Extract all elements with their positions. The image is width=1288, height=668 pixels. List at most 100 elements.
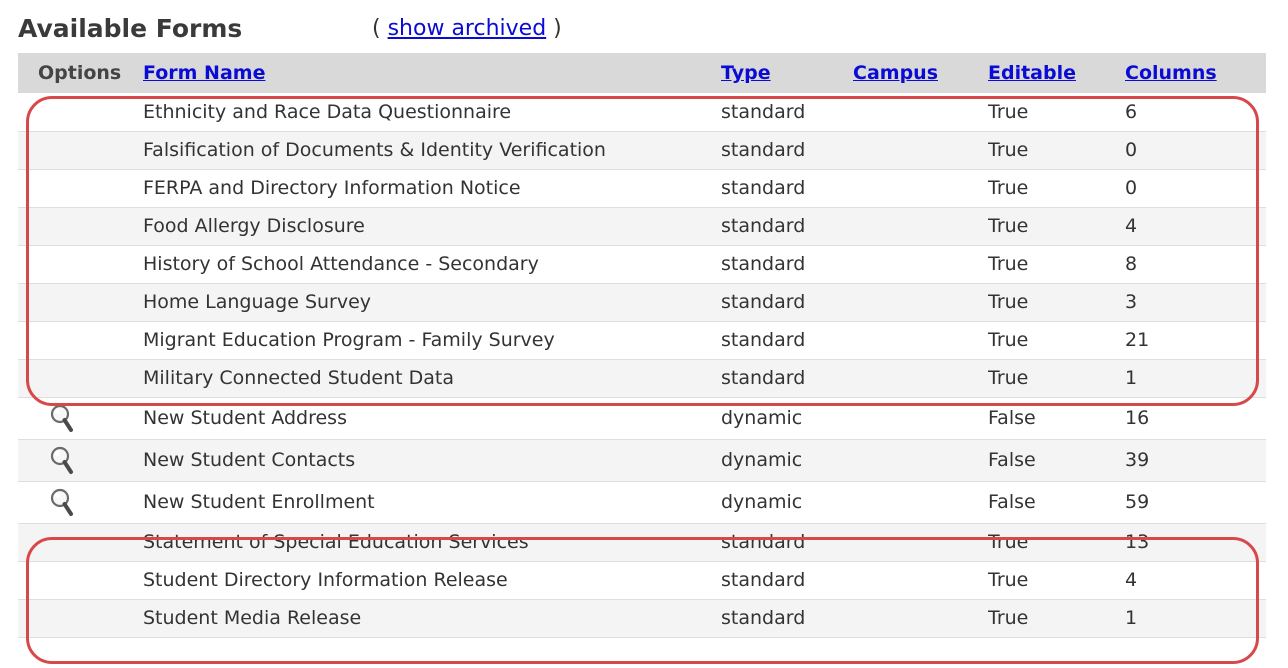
columns-count-cell: 4 <box>1125 207 1266 246</box>
columns-count-cell: 39 <box>1125 439 1266 482</box>
campus-cell <box>853 397 988 440</box>
editable-cell: True <box>988 561 1125 600</box>
table-row: FERPA and Directory Information Notice st… <box>18 169 1266 208</box>
column-header-form-name: Form Name <box>143 53 721 93</box>
sort-form-name-link[interactable]: Form Name <box>143 62 265 84</box>
form-name-cell: Home Language Survey <box>143 283 721 322</box>
columns-count-cell: 21 <box>1125 321 1266 360</box>
type-cell: standard <box>721 523 853 562</box>
option-cell <box>18 523 143 562</box>
page-title: Available Forms <box>18 13 243 43</box>
option-cell <box>18 169 143 208</box>
form-name-cell: New Student Contacts <box>143 439 721 482</box>
option-cell <box>18 207 143 246</box>
paren-close: ) <box>553 15 562 41</box>
table-row: New Student Contacts dynamic False 39 <box>18 439 1266 482</box>
sort-type-link[interactable]: Type <box>721 62 771 84</box>
option-cell <box>18 439 143 482</box>
form-name-cell: Food Allergy Disclosure <box>143 207 721 246</box>
campus-cell <box>853 359 988 398</box>
forms-table-body: Ethnicity and Race Data Questionnaire sta… <box>18 93 1266 638</box>
campus-cell <box>853 93 988 132</box>
show-archived-link[interactable]: show archived <box>388 16 547 41</box>
table-row: Statement of Special Education Services s… <box>18 523 1266 562</box>
campus-cell <box>853 169 988 208</box>
form-name-cell: Student Media Release <box>143 599 721 638</box>
table-row: Falsification of Documents & Identity Ve… <box>18 131 1266 170</box>
option-cell <box>18 397 143 440</box>
form-name-cell: Statement of Special Education Services <box>143 523 721 562</box>
columns-count-cell: 1 <box>1125 599 1266 638</box>
option-cell <box>18 561 143 600</box>
sort-columns-link[interactable]: Columns <box>1125 62 1217 84</box>
editable-cell: True <box>988 131 1125 170</box>
column-header-campus: Campus <box>853 53 988 93</box>
editable-cell: False <box>988 481 1125 524</box>
option-cell <box>18 599 143 638</box>
form-name-cell: History of School Attendance - Secondary <box>143 245 721 284</box>
campus-cell <box>853 481 988 524</box>
form-name-cell: Falsification of Documents & Identity Ve… <box>143 131 721 170</box>
option-cell <box>18 359 143 398</box>
type-cell: standard <box>721 131 853 170</box>
editable-cell: True <box>988 169 1125 208</box>
editable-cell: True <box>988 93 1125 132</box>
campus-cell <box>853 131 988 170</box>
table-header-row: Options Form Name Type Campus Editable C… <box>18 53 1266 93</box>
columns-count-cell: 0 <box>1125 131 1266 170</box>
campus-cell <box>853 245 988 284</box>
column-header-editable: Editable <box>988 53 1125 93</box>
campus-cell <box>853 599 988 638</box>
type-cell: standard <box>721 561 853 600</box>
form-name-cell: New Student Enrollment <box>143 481 721 524</box>
table-row: New Student Enrollment dynamic False 59 <box>18 481 1266 524</box>
magnifier-icon[interactable] <box>48 487 78 517</box>
columns-count-cell: 16 <box>1125 397 1266 440</box>
table-row: History of School Attendance - Secondary… <box>18 245 1266 284</box>
editable-cell: True <box>988 359 1125 398</box>
table-row: Military Connected Student Data standard T… <box>18 359 1266 398</box>
editable-cell: True <box>988 599 1125 638</box>
type-cell: standard <box>721 359 853 398</box>
form-name-cell: Migrant Education Program - Family Surve… <box>143 321 721 360</box>
type-cell: standard <box>721 283 853 322</box>
sort-editable-link[interactable]: Editable <box>988 62 1076 84</box>
column-header-columns: Columns <box>1125 53 1266 93</box>
editable-cell: True <box>988 523 1125 562</box>
columns-count-cell: 0 <box>1125 169 1266 208</box>
type-cell: standard <box>721 169 853 208</box>
form-name-cell: Military Connected Student Data <box>143 359 721 398</box>
option-cell <box>18 245 143 284</box>
option-cell <box>18 93 143 132</box>
option-cell <box>18 283 143 322</box>
form-name-cell: Student Directory Information Release <box>143 561 721 600</box>
forms-table-container: Options Form Name Type Campus Editable C… <box>18 53 1266 638</box>
table-row: Ethnicity and Race Data Questionnaire sta… <box>18 93 1266 132</box>
sort-campus-link[interactable]: Campus <box>853 62 938 84</box>
type-cell: dynamic <box>721 481 853 524</box>
table-row: Student Media Release standard True 1 <box>18 599 1266 638</box>
type-cell: standard <box>721 245 853 284</box>
table-row: Food Allergy Disclosure standard True 4 <box>18 207 1266 246</box>
campus-cell <box>853 439 988 482</box>
form-name-cell: Ethnicity and Race Data Questionnaire <box>143 93 721 132</box>
columns-count-cell: 13 <box>1125 523 1266 562</box>
magnifier-icon[interactable] <box>48 403 78 433</box>
columns-count-cell: 8 <box>1125 245 1266 284</box>
columns-count-cell: 4 <box>1125 561 1266 600</box>
table-row: New Student Address dynamic False 16 <box>18 397 1266 440</box>
option-cell <box>18 321 143 360</box>
show-archived-group: ( show archived ) <box>372 16 562 41</box>
editable-cell: True <box>988 207 1125 246</box>
campus-cell <box>853 321 988 360</box>
table-row: Home Language Survey standard True 3 <box>18 283 1266 322</box>
type-cell: dynamic <box>721 397 853 440</box>
editable-cell: True <box>988 283 1125 322</box>
column-header-options: Options <box>38 62 122 84</box>
forms-table: Options Form Name Type Campus Editable C… <box>18 53 1266 638</box>
forms-header: Available Forms ( show archived ) <box>18 8 562 48</box>
type-cell: standard <box>721 207 853 246</box>
campus-cell <box>853 283 988 322</box>
campus-cell <box>853 523 988 562</box>
magnifier-icon[interactable] <box>48 445 78 475</box>
